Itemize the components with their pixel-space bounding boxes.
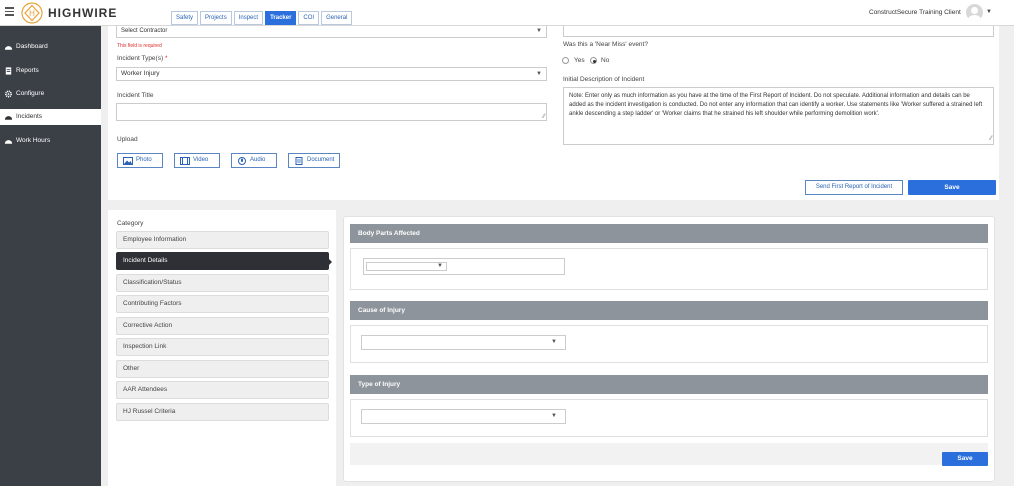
category-classification-status[interactable]: Classification/Status: [116, 274, 329, 292]
sidebar-item-configure[interactable]: Configure: [0, 86, 101, 102]
contractor-value: Select Contractor: [121, 28, 168, 34]
category-inspection-link[interactable]: Inspection Link: [116, 338, 329, 356]
tab-general[interactable]: General: [321, 11, 353, 25]
caret-down-icon: ▼: [536, 28, 542, 34]
contractor-select[interactable]: Select Contractor ▼: [116, 26, 547, 38]
upload-label: Upload: [117, 136, 138, 143]
sidebar: Dashboard Reports Configure Incidents Wo…: [0, 26, 101, 486]
caret-down-icon: ▼: [536, 71, 542, 77]
section-type-of-injury: ▼: [350, 399, 988, 437]
category-corrective-action[interactable]: Corrective Action: [116, 317, 329, 335]
sidebar-item-reports[interactable]: Reports: [0, 63, 101, 79]
sidebar-item-label: Dashboard: [16, 43, 48, 50]
category-incident-details[interactable]: Incident Details: [116, 252, 332, 270]
sidebar-item-label: Work Hours: [16, 137, 51, 144]
tab-coi[interactable]: COI: [298, 11, 320, 25]
incidents-icon: [4, 116, 13, 120]
video-icon: [180, 157, 190, 165]
module-tabs: Safety Projects Inspect Tracker COI Gene…: [171, 11, 354, 25]
sidebar-item-dashboard[interactable]: Dashboard: [0, 39, 101, 55]
near-miss-no-label: No: [601, 57, 610, 64]
body-parts-select[interactable]: ▼: [363, 258, 565, 275]
top-bar: H HIGHWIRE Safety Projects Inspect Track…: [0, 0, 1014, 26]
caret-down-icon: ▼: [551, 413, 557, 419]
near-miss-yes-radio[interactable]: [562, 57, 569, 64]
highwire-logo-icon: H: [21, 2, 43, 24]
app-name: HIGHWIRE: [48, 6, 118, 20]
sidebar-item-label: Configure: [16, 90, 45, 97]
save-button[interactable]: Save: [908, 180, 996, 195]
initial-desc-text: Note: Enter only as much information as …: [569, 93, 983, 117]
category-label: Category: [117, 220, 144, 227]
section-cause-header: Cause of Injury: [350, 301, 988, 320]
reports-icon: [5, 67, 12, 75]
section-cause-of-injury: ▼: [350, 325, 988, 363]
dashboard-icon: [4, 46, 13, 50]
near-miss-yes-label: Yes: [574, 57, 585, 64]
required-message: This field is required: [117, 43, 162, 49]
incident-type-select[interactable]: Worker Injury ▼: [116, 67, 547, 81]
category-employee-information[interactable]: Employee Information: [116, 231, 329, 249]
category-contributing-factors[interactable]: Contributing Factors: [116, 295, 329, 313]
tab-inspect[interactable]: Inspect: [233, 11, 264, 25]
client-name: ConstructSecure Training Client: [869, 9, 961, 16]
sidebar-item-work-hours[interactable]: Work Hours: [0, 133, 101, 149]
details-save-button[interactable]: Save: [942, 452, 988, 466]
category-aar-attendees[interactable]: AAR Attendees: [116, 381, 329, 399]
photo-icon: [123, 157, 133, 165]
type-of-injury-select[interactable]: ▼: [361, 409, 566, 424]
section-type-header: Type of Injury: [350, 375, 988, 394]
incident-type-value: Worker Injury: [121, 70, 160, 77]
send-first-report-button[interactable]: Send First Report of Incident: [805, 180, 903, 195]
initial-desc-label: Initial Description of Incident: [563, 76, 645, 83]
tab-tracker[interactable]: Tracker: [265, 11, 297, 25]
upload-video-button[interactable]: Video: [174, 153, 220, 168]
initial-desc-textarea[interactable]: Note: Enter only as much information as …: [563, 87, 994, 145]
work-hours-icon: [4, 140, 13, 144]
cause-of-injury-select[interactable]: ▼: [361, 335, 566, 350]
section-body-parts: ▼: [350, 248, 988, 290]
tab-projects[interactable]: Projects: [200, 11, 232, 25]
avatar[interactable]: [966, 4, 983, 21]
svg-text:H: H: [29, 9, 35, 18]
incident-title-input[interactable]: ⁄⁄: [116, 103, 547, 121]
tab-safety[interactable]: Safety: [171, 11, 199, 25]
upload-audio-button[interactable]: Audio: [231, 153, 277, 168]
sidebar-item-label: Incidents: [16, 113, 43, 120]
body-parts-dropdown[interactable]: ▼: [366, 262, 447, 271]
caret-down-icon[interactable]: ▼: [986, 9, 992, 15]
incident-type-label: Incident Type(s) *: [117, 55, 168, 62]
caret-down-icon: ▼: [437, 263, 443, 269]
near-miss-no-radio[interactable]: [590, 57, 597, 64]
upload-document-button[interactable]: Document: [288, 153, 340, 168]
details-footer: [350, 443, 988, 465]
audio-icon: [238, 157, 246, 165]
incident-title-label: Incident Title: [117, 92, 154, 99]
date-field[interactable]: [563, 26, 994, 37]
menu-icon[interactable]: [5, 7, 14, 16]
upload-photo-button[interactable]: Photo: [117, 153, 163, 168]
near-miss-label: Was this a 'Near Miss' event?: [563, 41, 648, 48]
sidebar-item-label: Reports: [16, 67, 39, 74]
resize-handle-icon[interactable]: ⁄⁄: [990, 135, 992, 144]
gear-icon: [4, 90, 13, 98]
resize-handle-icon[interactable]: ⁄⁄: [543, 114, 545, 120]
category-other[interactable]: Other: [116, 360, 329, 378]
sidebar-item-incidents[interactable]: Incidents: [0, 109, 101, 125]
caret-down-icon: ▼: [551, 339, 557, 345]
category-hj-russel-criteria[interactable]: HJ Russel Criteria: [116, 403, 329, 421]
section-body-parts-header: Body Parts Affected: [350, 224, 988, 243]
document-icon: [295, 157, 303, 165]
